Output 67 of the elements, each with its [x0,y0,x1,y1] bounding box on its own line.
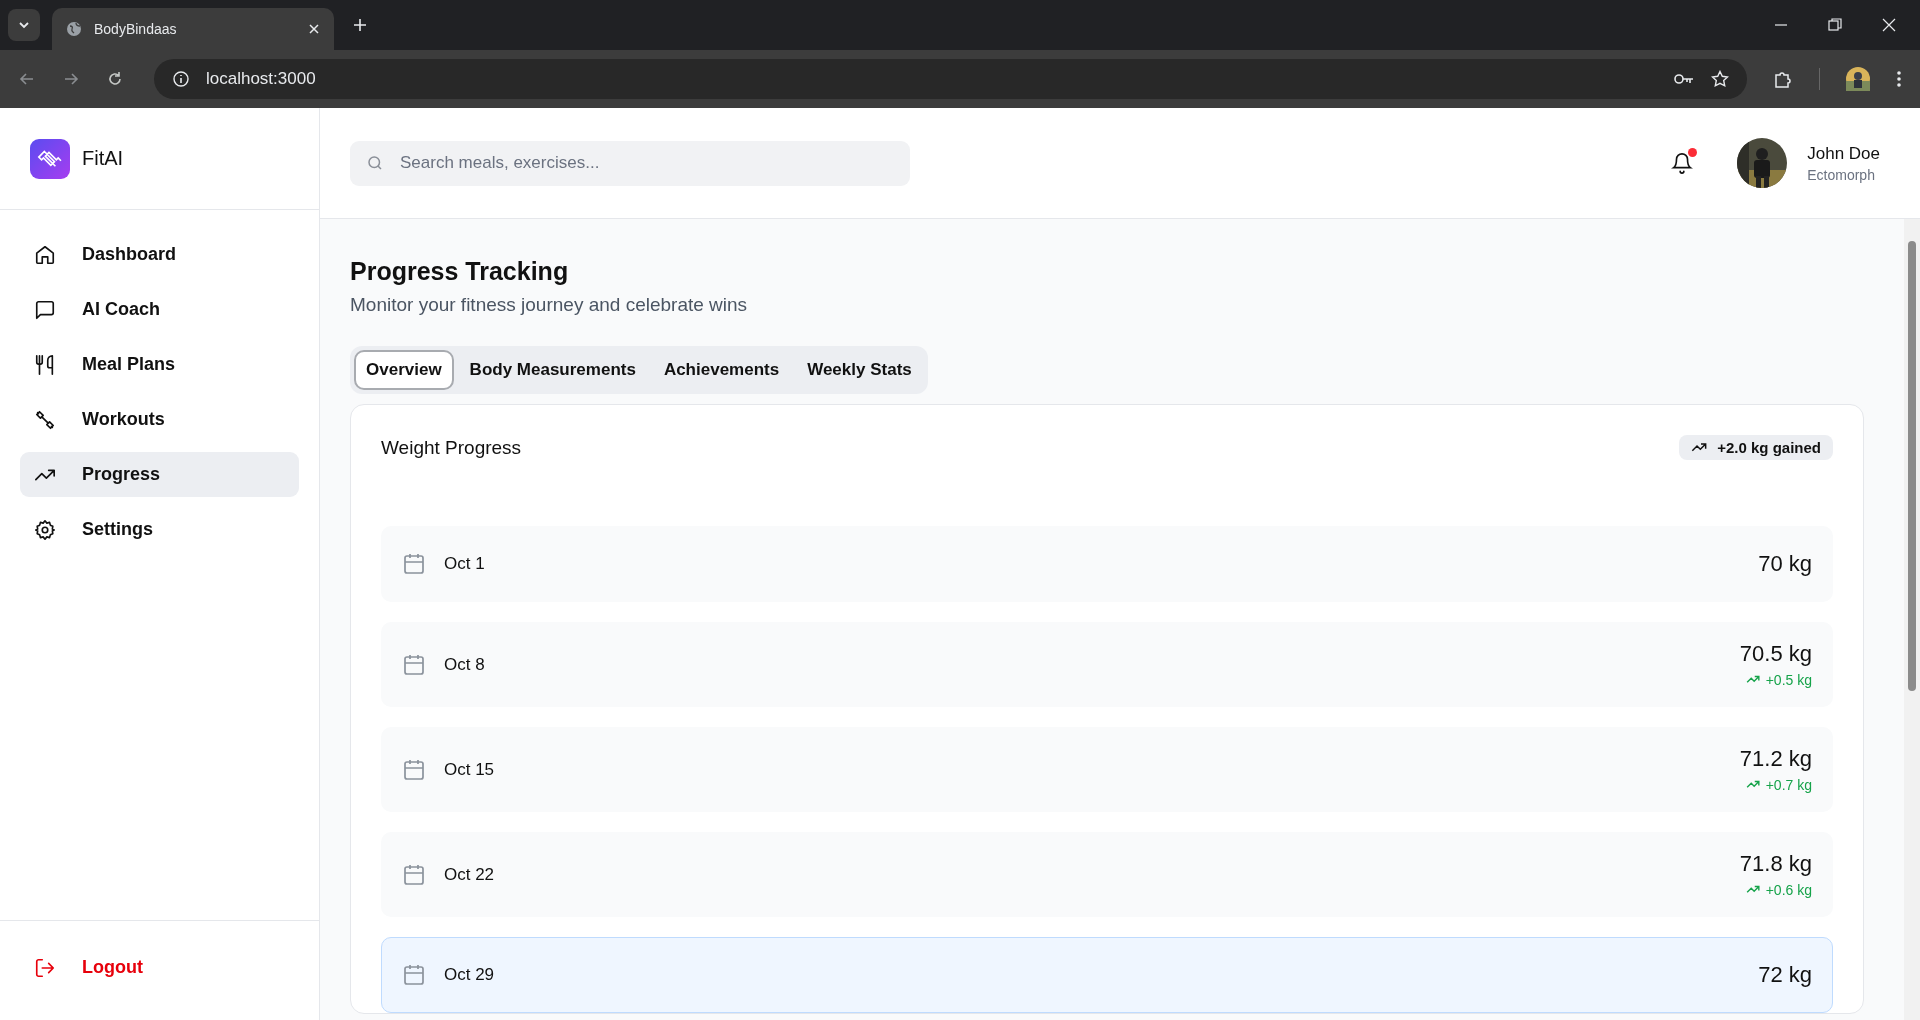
close-icon[interactable] [308,23,320,35]
tab[interactable]: Overview [354,350,454,390]
url-text: localhost:3000 [206,69,316,89]
entry-weight: 71.2 kg [1739,746,1812,772]
calendar-icon [402,757,426,782]
page-title: Progress Tracking [350,257,570,286]
reload-icon[interactable] [106,70,124,88]
entry-weight: 70.5 kg [1739,641,1812,667]
logout-icon [34,956,56,979]
tab[interactable]: Weekly Stats [795,350,924,390]
entry-date: Oct 22 [444,864,495,885]
user-name: John Doe [1807,143,1880,164]
logout-button[interactable]: Logout [20,945,299,990]
change-text: +0.5 kg [1765,672,1812,688]
entry-date: Oct 1 [444,554,485,574]
dumbbell-icon [34,408,56,431]
new-tab-icon[interactable] [352,17,368,33]
card-title: Weight Progress [381,436,522,459]
tab-title: BodyBindaas [94,21,178,37]
trend-up-icon [1745,780,1760,790]
gain-text: +2.0 kg gained [1717,439,1821,456]
entry-date: Oct 15 [444,759,495,780]
scrollbar[interactable] [1904,219,1920,1020]
search-field[interactable]: Search meals, exercises... [350,140,910,186]
entry-weight: 71.8 kg [1739,851,1812,877]
entry-date: Oct 8 [444,654,485,675]
key-icon[interactable] [1673,72,1695,86]
restore-icon[interactable] [1828,18,1842,32]
page-subtitle: Monitor your fitness journey and celebrate wins [350,294,749,316]
nav-item[interactable]: Settings [20,507,299,552]
settings-icon [34,518,56,541]
bell-icon [1671,152,1694,174]
calendar-icon [402,652,426,677]
browser-tab[interactable]: BodyBindaas [52,8,334,50]
close-icon[interactable] [1882,18,1896,32]
entry-weight: 70 kg [1758,551,1812,577]
tab-search-button[interactable] [8,9,40,41]
user-type: Ectomorph [1807,166,1876,183]
address-bar[interactable]: localhost:3000 [154,59,1747,99]
search-icon [366,153,384,172]
info-icon [172,70,190,88]
nav-item[interactable]: Progress [20,452,299,497]
menu-icon[interactable] [1896,70,1902,88]
nav-item[interactable]: Workouts [20,397,299,442]
nav-item[interactable]: AI Coach [20,287,299,332]
change-text: +0.6 kg [1765,882,1812,898]
trend-up-icon [1691,441,1708,454]
nav-item[interactable]: Dashboard [20,232,299,277]
home-icon [34,243,56,266]
star-icon[interactable] [1711,70,1729,88]
chat-icon [34,298,56,321]
calendar-icon [402,963,426,987]
nav-item[interactable]: Meal Plans [20,342,299,387]
fork-knife-icon [34,353,56,376]
calendar-icon [402,862,426,887]
tab[interactable]: Achievements [651,350,792,390]
entry-weight: 72 kg [1758,962,1812,988]
tab[interactable]: Body Measurements [457,350,648,390]
logo-icon [30,138,70,179]
trend-up-icon [1745,675,1760,685]
change-text: +0.7 kg [1765,777,1812,793]
brand-name: FitAI [82,147,124,170]
entry-date: Oct 29 [444,965,495,985]
puzzle-icon[interactable] [1773,69,1793,89]
calendar-icon [402,552,426,576]
globe-icon [66,21,82,37]
trend-up-icon [1745,885,1760,895]
